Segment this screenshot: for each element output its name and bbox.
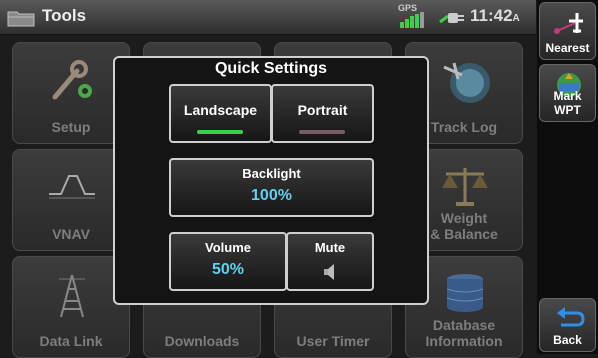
mark-wpt-button[interactable]: Mark WPT <box>539 64 596 122</box>
title-bar: Tools GPS 11:42A <box>0 0 536 35</box>
folder-icon <box>7 11 35 27</box>
nearest-label: Nearest <box>545 41 590 55</box>
gps-signal-icon: GPS <box>396 3 432 30</box>
backlight-value: 100% <box>251 187 292 204</box>
plug-icon <box>439 13 464 24</box>
portrait-indicator <box>299 130 345 134</box>
landscape-label: Landscape <box>183 102 258 118</box>
tile-label: Downloads <box>164 333 240 349</box>
clock-suffix: A <box>512 13 520 24</box>
mute-label: Mute <box>314 240 346 255</box>
screen: Tools GPS 11:42A Setup Track Log VNAV We… <box>0 0 598 358</box>
clock-time: 11:42 <box>470 6 513 25</box>
portrait-button[interactable]: Portrait <box>271 84 374 143</box>
volume-label: Volume <box>205 240 251 255</box>
speaker-icon <box>324 264 334 280</box>
tile-label: User Timer <box>296 333 370 349</box>
mark-wpt-label: Mark WPT <box>553 89 582 117</box>
tile-label: Data Link <box>39 333 103 349</box>
sidebar: Nearest Mark WPT Back <box>537 0 598 354</box>
backlight-button[interactable]: Backlight 100% <box>169 158 374 217</box>
backlight-label: Backlight <box>242 166 301 181</box>
wrench-gear-icon <box>52 60 92 100</box>
track-log-icon <box>443 62 490 103</box>
antenna-icon <box>59 274 85 318</box>
landscape-button[interactable]: Landscape <box>169 84 272 143</box>
scale-icon <box>442 168 488 206</box>
tile-label: Database Information <box>425 317 503 349</box>
back-button[interactable]: Back <box>539 298 596 352</box>
back-arrow-icon <box>557 307 585 327</box>
mute-button[interactable]: Mute <box>286 232 374 291</box>
portrait-label: Portrait <box>297 102 348 118</box>
dialog-title: Quick Settings <box>214 60 328 77</box>
tile-label: Setup <box>51 119 91 135</box>
volume-value: 50% <box>211 261 245 278</box>
back-label: Back <box>553 333 582 347</box>
landscape-indicator <box>197 130 243 134</box>
page-title: Tools <box>42 6 87 25</box>
nearest-button[interactable]: Nearest <box>539 2 596 60</box>
quick-settings-dialog: Quick Settings Landscape Portrait Backli… <box>113 56 429 305</box>
database-icon <box>446 274 484 312</box>
volume-button[interactable]: Volume 50% <box>169 232 287 291</box>
tile-label: VNAV <box>52 226 90 242</box>
airplane-icon <box>554 13 583 34</box>
vnav-icon <box>49 175 95 199</box>
clock: 11:42A <box>470 6 520 26</box>
